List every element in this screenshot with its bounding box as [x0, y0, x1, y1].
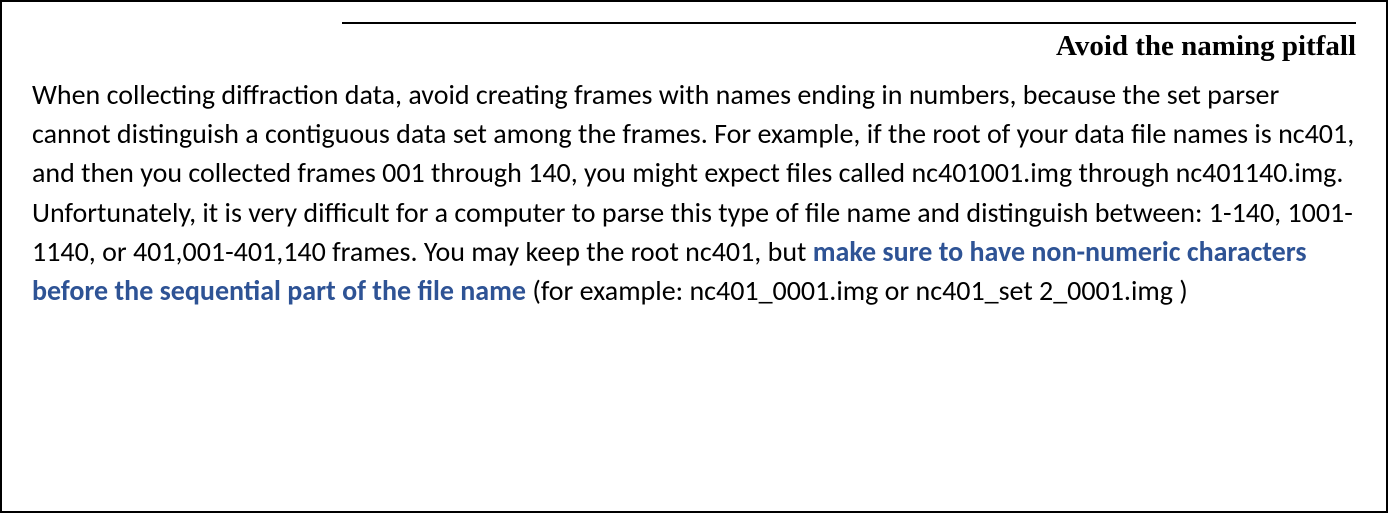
callout-body: When collecting diffraction data, avoid …: [32, 75, 1356, 310]
body-text-part2: (for example: nc401_0001.img or nc401_se…: [526, 273, 1188, 308]
document-callout-box: Avoid the naming pitfall When collecting…: [0, 0, 1388, 513]
callout-title: Avoid the naming pitfall: [32, 30, 1356, 63]
title-rule: [342, 22, 1356, 24]
